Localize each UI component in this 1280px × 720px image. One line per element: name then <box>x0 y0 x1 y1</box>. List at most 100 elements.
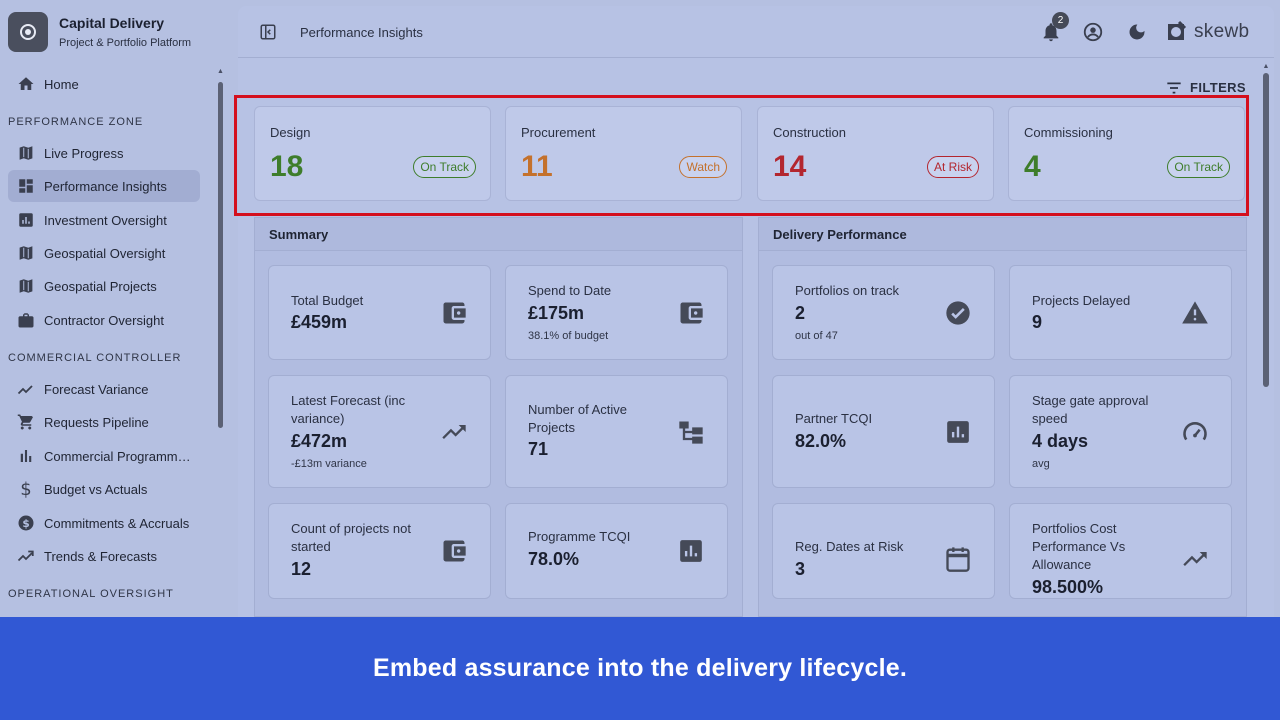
page-title: Performance Insights <box>300 25 423 40</box>
metric-card-projects-delayed[interactable]: Projects Delayed 9 <box>1009 265 1232 360</box>
metric-value: 71 <box>528 439 549 459</box>
caption-text: Embed assurance into the delivery lifecy… <box>372 654 908 682</box>
metric-card-stage-gate-approval-speed[interactable]: Stage gate approval speed 4 days avg <box>1009 375 1232 488</box>
sidebar-item-forecast-variance[interactable]: Forecast Variance <box>8 373 200 405</box>
sidebar-item-commitments-accruals[interactable]: $ Commitments & Accruals <box>8 507 200 539</box>
sidebar-item-label: Commercial Programme... <box>44 448 194 464</box>
map-icon <box>16 276 36 296</box>
account-icon[interactable] <box>1081 20 1105 44</box>
bar-chart-icon <box>677 537 705 565</box>
dollar-circle-icon: $ <box>16 513 36 533</box>
briefcase-icon <box>16 310 36 330</box>
delivery-title: Delivery Performance <box>759 218 1246 251</box>
sidebar-item-home[interactable]: Home <box>8 68 200 100</box>
brand: Capital Delivery Project & Portfolio Pla… <box>8 12 228 52</box>
check-circle-icon <box>944 299 972 327</box>
skewb-logo[interactable]: skewb <box>1164 19 1249 45</box>
sidebar-item-trends-forecasts[interactable]: Trends & Forecasts <box>8 540 200 572</box>
metric-card-portfolios-cost-performance-vs-allowance[interactable]: Portfolios Cost Performance Vs Allowance… <box>1009 503 1232 599</box>
metric-value: 82.0% <box>795 431 847 451</box>
metric-value: 4 days <box>1032 431 1089 451</box>
metric-card-count-of-projects-not-started[interactable]: Count of projects not started 12 <box>268 503 491 599</box>
main-scrollbar[interactable]: ▲ <box>1262 63 1270 617</box>
warning-icon <box>1181 299 1209 327</box>
bar-chart-icon <box>944 418 972 446</box>
section-performance-zone: PERFORMANCE ZONE <box>8 116 144 128</box>
collapse-sidebar-icon[interactable] <box>259 23 277 41</box>
hierarchy-icon <box>677 418 705 446</box>
main-content: Performance Insights 2 skewb FILTERS Des… <box>234 6 1274 617</box>
filters-button[interactable]: FILTERS <box>1166 80 1246 95</box>
sidebar-item-label: Forecast Variance <box>44 381 149 397</box>
scroll-up-icon[interactable]: ▲ <box>1262 63 1270 71</box>
home-icon <box>16 74 36 94</box>
sidebar-item-budget-vs-actuals[interactable]: $ Budget vs Actuals <box>8 473 200 505</box>
app-logo-icon[interactable] <box>8 12 48 52</box>
sidebar-item-label: Performance Insights <box>44 178 167 194</box>
metric-card-reg-dates-at-risk[interactable]: Reg. Dates at Risk 3 <box>772 503 995 599</box>
sidebar-item-label: Trends & Forecasts <box>44 548 157 564</box>
metric-label: Number of Active Projects <box>528 402 627 435</box>
sidebar-item-label: Requests Pipeline <box>44 414 149 430</box>
metric-label: Partner TCQI <box>795 411 873 426</box>
metric-label: Portfolios Cost Performance Vs Allowance <box>1032 521 1126 572</box>
metric-label: Portfolios on track <box>795 283 900 298</box>
caption-banner: Embed assurance into the delivery lifecy… <box>0 617 1280 720</box>
status-cards-highlight <box>234 95 1249 216</box>
metric-card-total-budget[interactable]: Total Budget £459m <box>268 265 491 360</box>
cart-icon <box>16 412 36 432</box>
sidebar-item-label: Live Progress <box>44 145 124 161</box>
sidebar-item-requests-pipeline[interactable]: Requests Pipeline <box>8 406 200 438</box>
metric-card-latest-forecast-inc-variance[interactable]: Latest Forecast (inc variance) £472m -£13m… <box>268 375 491 488</box>
metric-card-spend-to-date[interactable]: Spend to Date £175m 38.1% of budget <box>505 265 728 360</box>
sidebar-item-label: Geospatial Projects <box>44 278 157 294</box>
app-title: Capital Delivery <box>59 15 165 31</box>
metric-label: Spend to Date <box>528 283 612 298</box>
metric-label: Latest Forecast (inc variance) <box>291 393 406 426</box>
top-bar: Performance Insights 2 skewb <box>238 6 1274 58</box>
scroll-up-icon[interactable]: ▲ <box>217 68 224 76</box>
notification-badge: 2 <box>1052 12 1069 29</box>
sidebar-item-performance-insights[interactable]: Performance Insights <box>8 170 200 202</box>
main-scroll-thumb[interactable] <box>1263 73 1269 387</box>
sidebar-item-geospatial-projects[interactable]: Geospatial Projects <box>8 270 200 302</box>
sidebar-scrollbar[interactable]: ▲ <box>217 68 224 616</box>
metric-subtext: -£13m variance <box>291 458 367 470</box>
trending-up-icon <box>440 418 468 446</box>
bars-icon <box>16 446 36 466</box>
metric-card-partner-tcqi[interactable]: Partner TCQI 82.0% <box>772 375 995 488</box>
metric-value: 9 <box>1032 312 1043 332</box>
metric-subtext: out of 47 <box>795 330 838 342</box>
metric-card-portfolios-on-track[interactable]: Portfolios on track 2 out of 47 <box>772 265 995 360</box>
section-operational-oversight: OPERATIONAL OVERSIGHT <box>8 588 174 600</box>
app-subtitle: Project & Portfolio Platform <box>59 37 192 49</box>
sidebar-item-live-progress[interactable]: Live Progress <box>8 137 200 169</box>
metric-label: Programme TCQI <box>528 529 631 544</box>
bar-chart-icon <box>16 210 36 230</box>
metric-value: 98.500% <box>1032 577 1104 597</box>
metric-value: 3 <box>795 559 806 579</box>
sidebar-item-investment-oversight[interactable]: Investment Oversight <box>8 204 200 236</box>
wallet-icon <box>677 299 705 327</box>
skewb-logo-icon <box>1168 20 1187 40</box>
metric-value: £459m <box>291 312 348 332</box>
wallet-icon <box>440 299 468 327</box>
metric-value: 2 <box>795 303 806 323</box>
metric-card-programme-tcqi[interactable]: Programme TCQI 78.0% <box>505 503 728 599</box>
svg-text:$: $ <box>22 518 29 530</box>
sidebar-item-label: Geospatial Oversight <box>44 245 166 261</box>
calendar-icon <box>944 545 972 573</box>
sidebar-scroll-thumb[interactable] <box>218 82 223 428</box>
sidebar-item-label: Contractor Oversight <box>44 312 164 328</box>
sidebar-item-geospatial-oversight[interactable]: Geospatial Oversight <box>8 237 200 269</box>
metric-label: Count of projects not started <box>291 521 411 554</box>
dark-mode-icon[interactable] <box>1125 20 1149 44</box>
filter-icon <box>1167 81 1181 94</box>
metric-card-number-of-active-projects[interactable]: Number of Active Projects 71 <box>505 375 728 488</box>
sidebar-item-label: Commitments & Accruals <box>44 515 190 531</box>
metric-value: £175m <box>528 303 585 323</box>
section-commercial-controller: COMMERCIAL CONTROLLER <box>8 352 182 364</box>
sidebar-item-commercial-programme[interactable]: Commercial Programme... <box>8 440 200 472</box>
metric-label: Stage gate approval speed <box>1032 393 1149 426</box>
sidebar-item-contractor-oversight[interactable]: Contractor Oversight <box>8 304 200 336</box>
